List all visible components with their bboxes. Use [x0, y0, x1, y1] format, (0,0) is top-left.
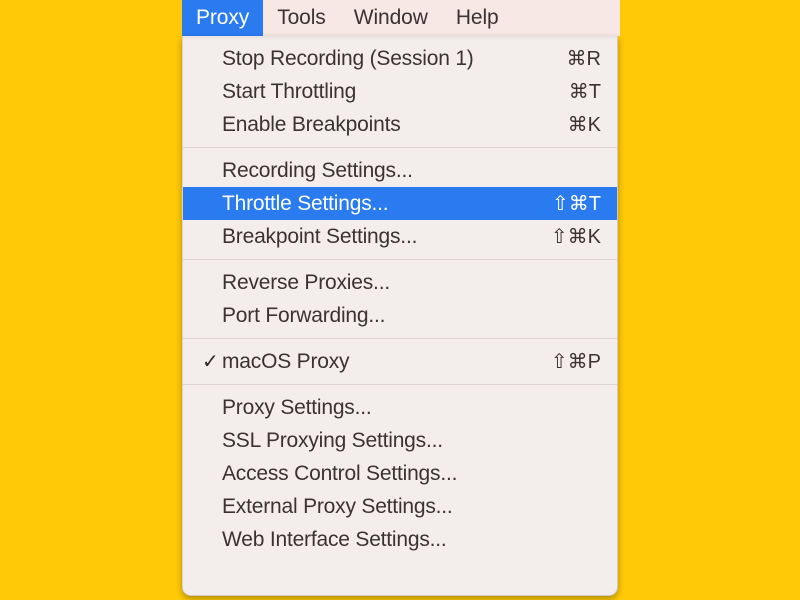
menu-item-ssl-proxying-settings[interactable]: SSL Proxying Settings...: [183, 424, 617, 457]
menu-item-start-throttling[interactable]: Start Throttling ⌘T: [183, 75, 617, 108]
menu-item-shortcut: ⇧⌘P: [550, 351, 601, 373]
menu-item-label: Access Control Settings...: [222, 461, 458, 485]
menubar-item-help[interactable]: Help: [442, 0, 513, 36]
menu-group: Stop Recording (Session 1) ⌘R Start Thrott…: [183, 42, 617, 141]
menu-item-label: SSL Proxying Settings...: [222, 428, 443, 452]
menu-item-shortcut: ⌘R: [566, 48, 601, 70]
menubar-item-tools[interactable]: Tools: [263, 0, 340, 36]
menu-item-access-control-settings[interactable]: Access Control Settings...: [183, 457, 617, 490]
checkmark-icon: ✓: [202, 350, 219, 373]
menu-item-shortcut: ⇧⌘K: [550, 226, 601, 248]
menu-item-reverse-proxies[interactable]: Reverse Proxies...: [183, 266, 617, 299]
menu-item-label: External Proxy Settings...: [222, 494, 453, 518]
menu-group: Proxy Settings... SSL Proxying Settings..…: [183, 391, 617, 556]
menu-item-label: Recording Settings...: [222, 158, 413, 182]
menu-item-external-proxy-settings[interactable]: External Proxy Settings...: [183, 490, 617, 523]
menu-group: ✓ macOS Proxy ⇧⌘P: [183, 345, 617, 378]
menu-item-label: Stop Recording (Session 1): [222, 46, 474, 70]
menu-item-throttle-settings[interactable]: Throttle Settings... ⇧⌘T: [183, 187, 617, 220]
menu-item-label: Throttle Settings...: [222, 191, 389, 215]
menu-item-label: Enable Breakpoints: [222, 112, 401, 136]
menu-item-label: Proxy Settings...: [222, 395, 372, 419]
menu-bar: Proxy Tools Window Help: [182, 0, 620, 36]
menu-item-label: Port Forwarding...: [222, 303, 386, 327]
menu-item-breakpoint-settings[interactable]: Breakpoint Settings... ⇧⌘K: [183, 220, 617, 253]
menu-separator: [183, 147, 617, 148]
menu-item-label: Reverse Proxies...: [222, 270, 390, 294]
menu-item-proxy-settings[interactable]: Proxy Settings...: [183, 391, 617, 424]
menu-item-macos-proxy[interactable]: ✓ macOS Proxy ⇧⌘P: [183, 345, 617, 378]
proxy-menu-dropdown: Stop Recording (Session 1) ⌘R Start Thrott…: [182, 36, 618, 596]
menu-item-shortcut: ⇧⌘T: [552, 193, 601, 215]
menu-item-shortcut: ⌘T: [568, 81, 601, 103]
screen: Proxy Tools Window Help Stop Recording (Ses…: [0, 0, 800, 600]
menu-item-stop-recording-session-1[interactable]: Stop Recording (Session 1) ⌘R: [183, 42, 617, 75]
menu-item-recording-settings[interactable]: Recording Settings...: [183, 154, 617, 187]
menu-separator: [183, 384, 617, 385]
menu-item-label: Start Throttling: [222, 79, 357, 103]
menu-item-web-interface-settings[interactable]: Web Interface Settings...: [183, 523, 617, 556]
menu-item-shortcut: ⌘K: [567, 114, 601, 136]
menu-separator: [183, 259, 617, 260]
menu-item-enable-breakpoints[interactable]: Enable Breakpoints ⌘K: [183, 108, 617, 141]
menu-item-port-forwarding[interactable]: Port Forwarding...: [183, 299, 617, 332]
menu-separator: [183, 338, 617, 339]
menu-group: Recording Settings... Throttle Settings..…: [183, 154, 617, 253]
menu-item-label: macOS Proxy: [222, 349, 350, 373]
menu-item-label: Web Interface Settings...: [222, 527, 447, 551]
menu-group: Reverse Proxies... Port Forwarding...: [183, 266, 617, 332]
menubar-item-window[interactable]: Window: [340, 0, 442, 36]
menu-item-label: Breakpoint Settings...: [222, 224, 418, 248]
menubar-item-proxy[interactable]: Proxy: [182, 0, 264, 36]
